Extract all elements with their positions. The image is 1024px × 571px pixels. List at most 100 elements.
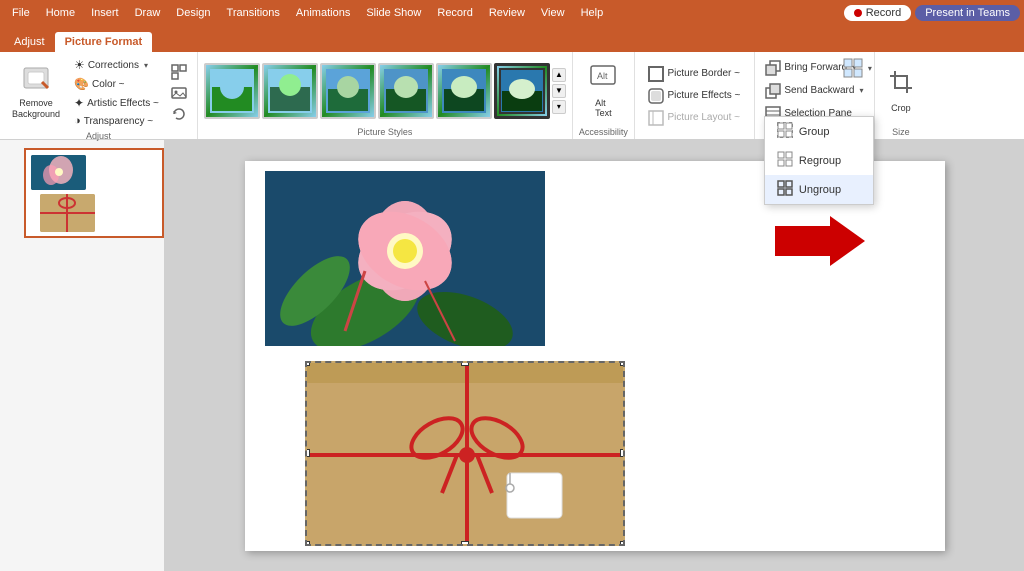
menu-design[interactable]: Design <box>168 4 218 22</box>
color-icon: 🎨 <box>74 77 89 91</box>
selection-handle-ml[interactable] <box>305 449 310 457</box>
style-thumb-1[interactable] <box>204 63 260 119</box>
corrections-button[interactable]: ☀ Corrections ▾ <box>70 56 163 74</box>
group-item-group-icon <box>777 122 793 141</box>
styles-scroll[interactable]: ▲ ▼ ▾ <box>552 68 566 114</box>
group-icon-button[interactable]: ▾ <box>841 56 874 80</box>
alt-text-button[interactable]: Alt AltText <box>583 59 623 123</box>
slide-thumbnail-1[interactable] <box>24 148 164 238</box>
menu-slideshow[interactable]: Slide Show <box>358 4 429 22</box>
picture-border-label: Picture Border ~ <box>667 68 740 79</box>
styles-scroll-down[interactable]: ▼ <box>552 84 566 98</box>
picture-layout-button[interactable]: Picture Layout ~ <box>644 108 744 128</box>
corrections-label: Corrections <box>88 60 139 71</box>
crop-button[interactable]: Crop <box>881 59 921 123</box>
adjust-small-buttons: ☀ Corrections ▾ 🎨 Color ~ ✦ Artistic Eff… <box>70 56 163 129</box>
accessibility-group: Alt AltText Accessibility <box>573 52 635 139</box>
main-canvas <box>165 140 1024 571</box>
teams-button[interactable]: Present in Teams <box>915 5 1020 21</box>
slide-panel: 1 <box>0 140 165 571</box>
picture-layout-icon <box>648 110 664 126</box>
send-backward-button[interactable]: Send Backward ▾ <box>761 81 867 101</box>
menu-bar-right: Record Present in Teams <box>844 5 1020 21</box>
selection-handle-tc[interactable] <box>461 361 469 366</box>
picture-effects-icon <box>648 88 664 104</box>
picture-effects-button[interactable]: Picture Effects ~ <box>644 86 744 106</box>
adjust-group: RemoveBackground ☀ Corrections ▾ 🎨 Color… <box>0 52 198 139</box>
record-button[interactable]: Record <box>844 5 911 21</box>
group-item-regroup[interactable]: Regroup <box>765 146 873 175</box>
compress-button[interactable] <box>167 62 191 82</box>
menu-record[interactable]: Record <box>429 4 480 22</box>
gift-svg <box>307 363 625 546</box>
menu-home[interactable]: Home <box>38 4 83 22</box>
flower-image[interactable] <box>265 171 545 346</box>
menu-view[interactable]: View <box>533 4 573 22</box>
compress-icon <box>171 64 187 80</box>
picture-layout-label: Picture Layout ~ <box>667 112 740 123</box>
menu-review[interactable]: Review <box>481 4 533 22</box>
style-thumb-5[interactable] <box>436 63 492 119</box>
red-arrow-indicator <box>775 211 865 283</box>
group-item-group[interactable]: Group <box>765 117 873 146</box>
picture-border-button[interactable]: Picture Border ~ <box>644 64 744 84</box>
record-label: Record <box>866 7 901 19</box>
reset-picture-button[interactable] <box>167 104 191 124</box>
crop-label: Crop <box>891 103 911 113</box>
transparency-button[interactable]: ◑ Transparency ~ <box>70 113 163 129</box>
color-label: Color ~ <box>92 79 125 90</box>
style-thumb-4[interactable] <box>378 63 434 119</box>
red-arrow-svg <box>775 211 865 271</box>
size-label: Size <box>892 125 910 137</box>
ribbon-content: RemoveBackground ☀ Corrections ▾ 🎨 Color… <box>0 52 1024 140</box>
gift-image[interactable] <box>305 361 625 546</box>
picture-effects-label: Picture Effects ~ <box>667 90 740 101</box>
tab-shape-format[interactable]: Adjust <box>4 32 55 52</box>
bring-forward-label: Bring Forward <box>784 62 847 73</box>
svg-text:Alt: Alt <box>597 71 608 81</box>
artistic-effects-icon: ✦ <box>74 96 84 110</box>
record-dot-icon <box>854 9 862 17</box>
style-thumbnails: ▲ ▼ ▾ <box>204 63 566 119</box>
group-item-ungroup[interactable]: Ungroup <box>765 175 873 204</box>
crop-icon <box>888 69 914 101</box>
slide-thumbnail-wrapper: 1 <box>4 148 160 238</box>
thumb-gift <box>40 194 95 232</box>
tab-picture-format[interactable]: Picture Format <box>55 32 153 52</box>
style-thumb-2[interactable] <box>262 63 318 119</box>
color-button[interactable]: 🎨 Color ~ <box>70 75 163 93</box>
group-item-regroup-icon <box>777 151 793 170</box>
arrange-group: Bring Forward ▾ Send Backward ▾ Selectio… <box>755 52 875 139</box>
ribbon-tabs: Adjust Picture Format <box>0 26 1024 52</box>
menu-animations[interactable]: Animations <box>288 4 358 22</box>
adjust-compress-buttons <box>167 62 191 124</box>
group-item-ungroup-icon <box>777 180 793 199</box>
styles-scroll-up[interactable]: ▲ <box>552 68 566 82</box>
slide-canvas[interactable] <box>245 161 945 551</box>
change-picture-icon <box>171 85 187 101</box>
menu-draw[interactable]: Draw <box>127 4 169 22</box>
selection-handle-tr[interactable] <box>620 361 625 366</box>
change-picture-button[interactable] <box>167 83 191 103</box>
menu-bar: File Home Insert Draw Design Transitions… <box>0 0 1024 26</box>
styles-scroll-more[interactable]: ▾ <box>552 100 566 114</box>
adjust-label: Adjust <box>86 129 111 141</box>
slide-thumb-inner <box>26 150 162 236</box>
menu-file[interactable]: File <box>4 4 38 22</box>
remove-background-button[interactable]: RemoveBackground <box>6 61 66 125</box>
remove-bg-label: RemoveBackground <box>12 98 60 120</box>
menu-help[interactable]: Help <box>573 4 612 22</box>
menu-transitions[interactable]: Transitions <box>219 4 288 22</box>
picture-styles-group: ▲ ▼ ▾ Picture Styles <box>198 52 573 139</box>
crop-group: Crop Size <box>875 52 927 139</box>
accessibility-label: Accessibility <box>579 125 628 137</box>
selection-handle-mr[interactable] <box>620 449 625 457</box>
group-dropdown-menu: Group Regroup Ungroup <box>764 116 874 205</box>
style-thumb-3[interactable] <box>320 63 376 119</box>
artistic-effects-button[interactable]: ✦ Artistic Effects ~ <box>70 94 163 112</box>
menu-insert[interactable]: Insert <box>83 4 127 22</box>
selection-handle-tl[interactable] <box>305 361 310 366</box>
group-item-regroup-label: Regroup <box>799 155 841 167</box>
style-thumb-6[interactable] <box>494 63 550 119</box>
send-backward-icon <box>765 83 781 99</box>
